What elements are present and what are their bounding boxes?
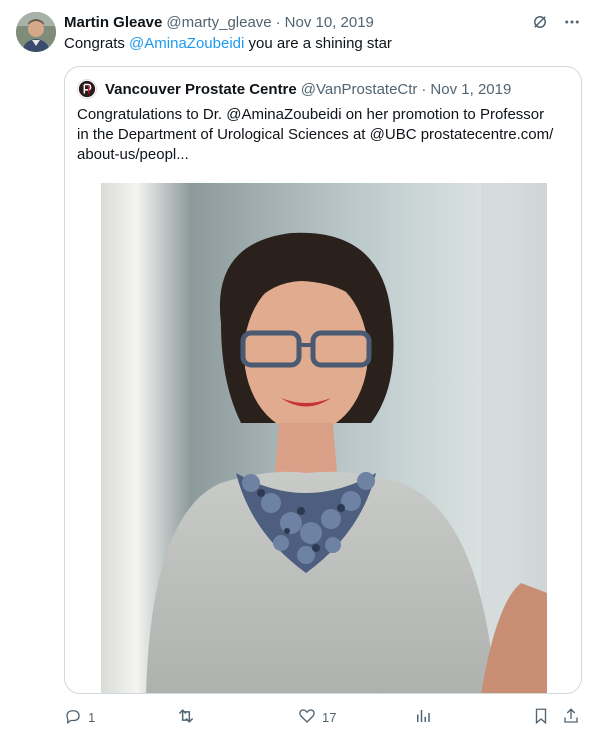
reply-button[interactable]: 1 (64, 706, 95, 728)
tweet-text: Congrats @AminaZoubeidi you are a shinin… (64, 34, 392, 54)
like-icon (298, 707, 316, 728)
author-name[interactable]: Martin Gleave (64, 14, 162, 31)
tweet-date[interactable]: Nov 10, 2019 (285, 14, 374, 31)
like-count: 17 (322, 709, 337, 725)
quoted-avatar[interactable] (77, 79, 97, 99)
quoted-header: Vancouver Prostate Centre @VanProstateCt… (77, 79, 511, 99)
author-avatar[interactable] (16, 12, 56, 52)
quoted-separator-dot: · (421, 80, 427, 98)
bookmark-button[interactable] (532, 706, 550, 728)
reply-count: 1 (88, 709, 96, 725)
views-button[interactable] (414, 706, 432, 728)
retweet-icon (176, 706, 196, 729)
quoted-author-name[interactable]: Vancouver Prostate Centre (105, 81, 297, 98)
quoted-photo[interactable] (101, 183, 547, 693)
tweet-text-prefix: Congrats (64, 35, 130, 52)
tweet-header: Martin Gleave @marty_gleave · Nov 10, 20… (64, 12, 582, 32)
tweet[interactable]: Martin Gleave @marty_gleave · Nov 10, 20… (0, 0, 598, 738)
author-handle[interactable]: @marty_gleave (166, 14, 271, 31)
reply-icon (64, 707, 82, 728)
quoted-tweet[interactable]: Vancouver Prostate Centre @VanProstateCt… (64, 66, 582, 694)
header-actions (530, 12, 582, 32)
quoted-text-line: Congratulations to Dr. @AminaZoubeidi on… (77, 106, 545, 123)
quoted-text-line: in the Department of Urological Sciences… (77, 126, 554, 143)
mention-link[interactable]: @AminaZoubeidi (129, 35, 244, 52)
views-icon (414, 707, 432, 728)
share-icon (562, 707, 580, 728)
more-icon[interactable] (562, 12, 582, 32)
share-button[interactable] (562, 706, 580, 728)
grok-icon[interactable] (530, 12, 550, 32)
retweet-button[interactable] (176, 706, 202, 728)
quoted-author-handle[interactable]: @VanProstateCtr (301, 81, 418, 98)
quoted-text-line: about-us/peopl... (77, 146, 189, 163)
tweet-text-suffix: you are a shining star (244, 35, 392, 52)
quoted-text: Congratulations to Dr. @AminaZoubeidi on… (77, 105, 571, 165)
separator-dot: · (275, 13, 281, 31)
like-button[interactable]: 17 (298, 706, 336, 728)
quoted-date[interactable]: Nov 1, 2019 (430, 81, 511, 98)
bookmark-icon (532, 707, 550, 728)
action-bar: 1 17 (64, 706, 582, 728)
